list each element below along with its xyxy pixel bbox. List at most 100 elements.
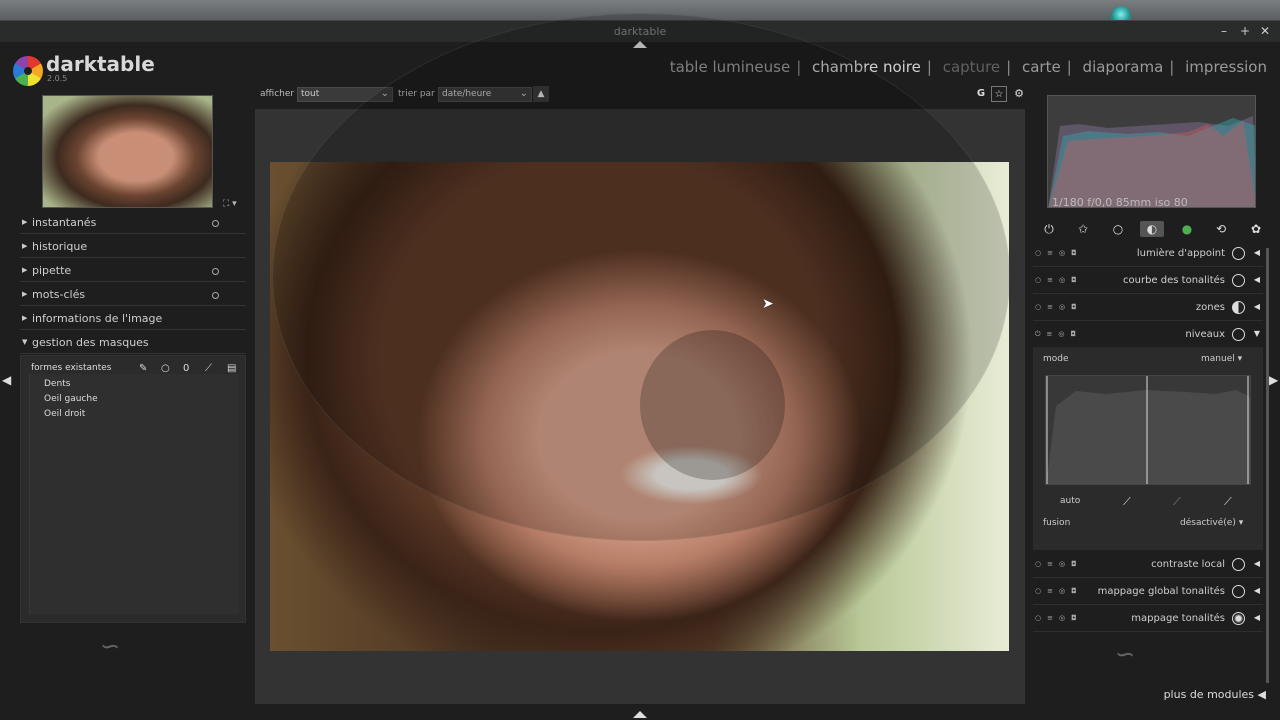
module-controls-icon[interactable]: ○≡◎◘ — [1035, 249, 1083, 257]
module-controls-icon[interactable]: ○≡◎◘ — [1035, 614, 1083, 622]
mode-select[interactable]: manuel ▾ — [1201, 354, 1242, 364]
exif-info: 1/180 f/0,0 85mm iso 80 — [1052, 196, 1188, 209]
view-print[interactable]: impression — [1185, 58, 1267, 76]
zones-icon — [1232, 301, 1245, 314]
module-color-picker[interactable]: ▶ pipette — [20, 262, 246, 282]
module-controls-icon[interactable]: ○≡◎◘ — [1035, 276, 1083, 284]
mask-shape-overlay-small[interactable] — [640, 330, 785, 480]
zoom-toggle-icon[interactable]: ⛶ ▾ — [223, 199, 237, 209]
desktop-orb-icon[interactable] — [1111, 6, 1131, 20]
bottom-panel-toggle-icon[interactable] — [633, 711, 647, 718]
close-icon[interactable]: ✕ — [1258, 24, 1272, 38]
expand-icon: ▶ — [22, 314, 28, 322]
mask-shape-item[interactable]: Oeil gauche — [44, 394, 98, 404]
panel-end-flourish-icon: ∽ — [100, 632, 121, 660]
global-tonemap-icon — [1232, 585, 1245, 598]
module-controls-icon[interactable]: ○≡◎◘ — [1035, 587, 1083, 595]
app-name: darktable — [46, 52, 155, 76]
module-zones[interactable]: ○≡◎◘ zones ◀ — [1033, 296, 1263, 321]
module-controls-icon[interactable]: ⏻≡◎◘ — [1035, 330, 1082, 339]
module-fill-light[interactable]: ○≡◎◘ lumière d'appoint ◀ — [1033, 242, 1263, 267]
collapse-icon[interactable]: ▼ — [1254, 329, 1260, 338]
mask-shape-item[interactable]: Dents — [44, 379, 70, 389]
levels-histogram — [1046, 376, 1250, 484]
levels-icon — [1232, 328, 1245, 341]
module-tonemap[interactable]: ○≡◎◘ mappage tonalités ◀ — [1033, 607, 1263, 632]
power-icon[interactable]: ⏻ — [1037, 221, 1061, 237]
filter-label: afficher — [260, 89, 295, 99]
expand-icon: ▶ — [22, 266, 28, 274]
expand-icon[interactable]: ◀ — [1254, 559, 1260, 568]
left-panel-toggle-icon[interactable]: ◀ — [2, 373, 11, 387]
mask-manager-panel: formes existantes ✎ ○ 0 ⟋ ▤ Dents Oeil g… — [20, 355, 246, 623]
tone-group-icon[interactable]: ◐ — [1140, 221, 1164, 237]
local-contrast-icon — [1232, 558, 1245, 571]
maximize-icon[interactable]: + — [1238, 24, 1252, 38]
expand-icon: ▶ — [22, 242, 28, 250]
mouse-cursor-icon: ➤ — [762, 296, 774, 312]
gradient-tool-icon[interactable]: ▤ — [227, 363, 236, 374]
expand-icon[interactable]: ◀ — [1254, 586, 1260, 595]
expand-icon: ▶ — [22, 290, 28, 298]
auto-button[interactable]: auto — [1060, 496, 1080, 506]
mask-shape-item[interactable]: Oeil droit — [44, 409, 85, 419]
collapse-icon: ▼ — [22, 338, 28, 346]
tonemap-icon — [1232, 612, 1245, 625]
histogram[interactable] — [1047, 95, 1256, 208]
darktable-logo-icon — [13, 56, 43, 86]
gray-picker-icon[interactable]: ⟋ — [1173, 495, 1181, 509]
favorites-icon[interactable]: ✩ — [1071, 221, 1095, 237]
view-map[interactable]: carte — [1022, 58, 1061, 76]
module-tone-curve[interactable]: ○≡◎◘ courbe des tonalités ◀ — [1033, 269, 1263, 294]
expand-icon[interactable]: ◀ — [1254, 248, 1260, 257]
gear-icon[interactable]: ⚙ — [1011, 86, 1027, 102]
brush-tool-icon[interactable]: ⟋ — [205, 363, 212, 374]
reset-icon[interactable] — [212, 268, 219, 275]
module-levels[interactable]: ⏻≡◎◘ niveaux ▼ — [1033, 323, 1263, 348]
expand-icon[interactable]: ◀ — [1254, 613, 1260, 622]
right-panel-scrollbar[interactable] — [1266, 248, 1269, 683]
histogram-graph — [1048, 116, 1255, 207]
module-controls-icon[interactable]: ○≡◎◘ — [1035, 560, 1083, 568]
more-modules-button[interactable]: plus de modules ◀ — [1164, 688, 1266, 701]
module-tagging[interactable]: ▶ mots-clés — [20, 286, 246, 306]
star-icon[interactable]: ☆ — [991, 86, 1007, 102]
module-local-contrast[interactable]: ○≡◎◘ contraste local ◀ — [1033, 553, 1263, 578]
expand-icon: ▶ — [22, 218, 28, 226]
effect-group-icon[interactable]: ✿ — [1244, 221, 1268, 237]
basic-group-icon[interactable]: ○ — [1106, 221, 1130, 237]
levels-graph[interactable] — [1045, 375, 1251, 485]
correct-group-icon[interactable]: ⟲ — [1209, 221, 1233, 237]
black-picker-icon[interactable]: ⟋ — [1123, 495, 1131, 509]
grouping-button[interactable]: G — [973, 86, 989, 102]
reset-icon[interactable] — [212, 292, 219, 299]
module-mask-manager[interactable]: ▼ gestion des masques — [20, 334, 246, 354]
filter-value: tout — [301, 89, 320, 99]
circle-tool-icon[interactable]: ○ — [161, 363, 170, 374]
right-panel-toggle-icon[interactable]: ▶ — [1269, 373, 1278, 387]
reset-icon[interactable] — [212, 220, 219, 227]
module-image-information[interactable]: ▶ informations de l'image — [20, 310, 246, 330]
blend-select[interactable]: désactivé(e) ▾ — [1180, 518, 1243, 528]
color-group-icon[interactable]: ● — [1175, 221, 1199, 237]
navigation-thumbnail[interactable] — [42, 95, 213, 208]
module-controls-icon[interactable]: ○≡◎◘ — [1035, 303, 1083, 311]
panel-end-flourish-icon: ∽ — [1115, 640, 1136, 668]
blend-label: fusion — [1043, 518, 1071, 528]
mode-label: mode — [1043, 354, 1069, 364]
white-picker-icon[interactable]: ⟋ — [1224, 495, 1232, 509]
ellipse-tool-icon[interactable]: 0 — [183, 363, 189, 374]
app-version: 2.0.5 — [47, 74, 68, 83]
module-snapshots[interactable]: ▶ instantanés — [20, 214, 246, 234]
expand-icon[interactable]: ◀ — [1254, 275, 1260, 284]
view-slideshow[interactable]: diaporama — [1083, 58, 1164, 76]
mask-shape-overlay[interactable] — [272, 13, 1010, 541]
mask-list-header: formes existantes — [31, 363, 112, 373]
path-tool-icon[interactable]: ✎ — [139, 363, 147, 374]
fill-light-icon — [1232, 247, 1245, 260]
module-global-tonemap[interactable]: ○≡◎◘ mappage global tonalités ◀ — [1033, 580, 1263, 605]
view-tethering[interactable]: capture — [943, 58, 1000, 76]
expand-icon[interactable]: ◀ — [1254, 302, 1260, 311]
module-history[interactable]: ▶ historique — [20, 238, 246, 258]
minimize-icon[interactable]: – — [1217, 24, 1231, 38]
